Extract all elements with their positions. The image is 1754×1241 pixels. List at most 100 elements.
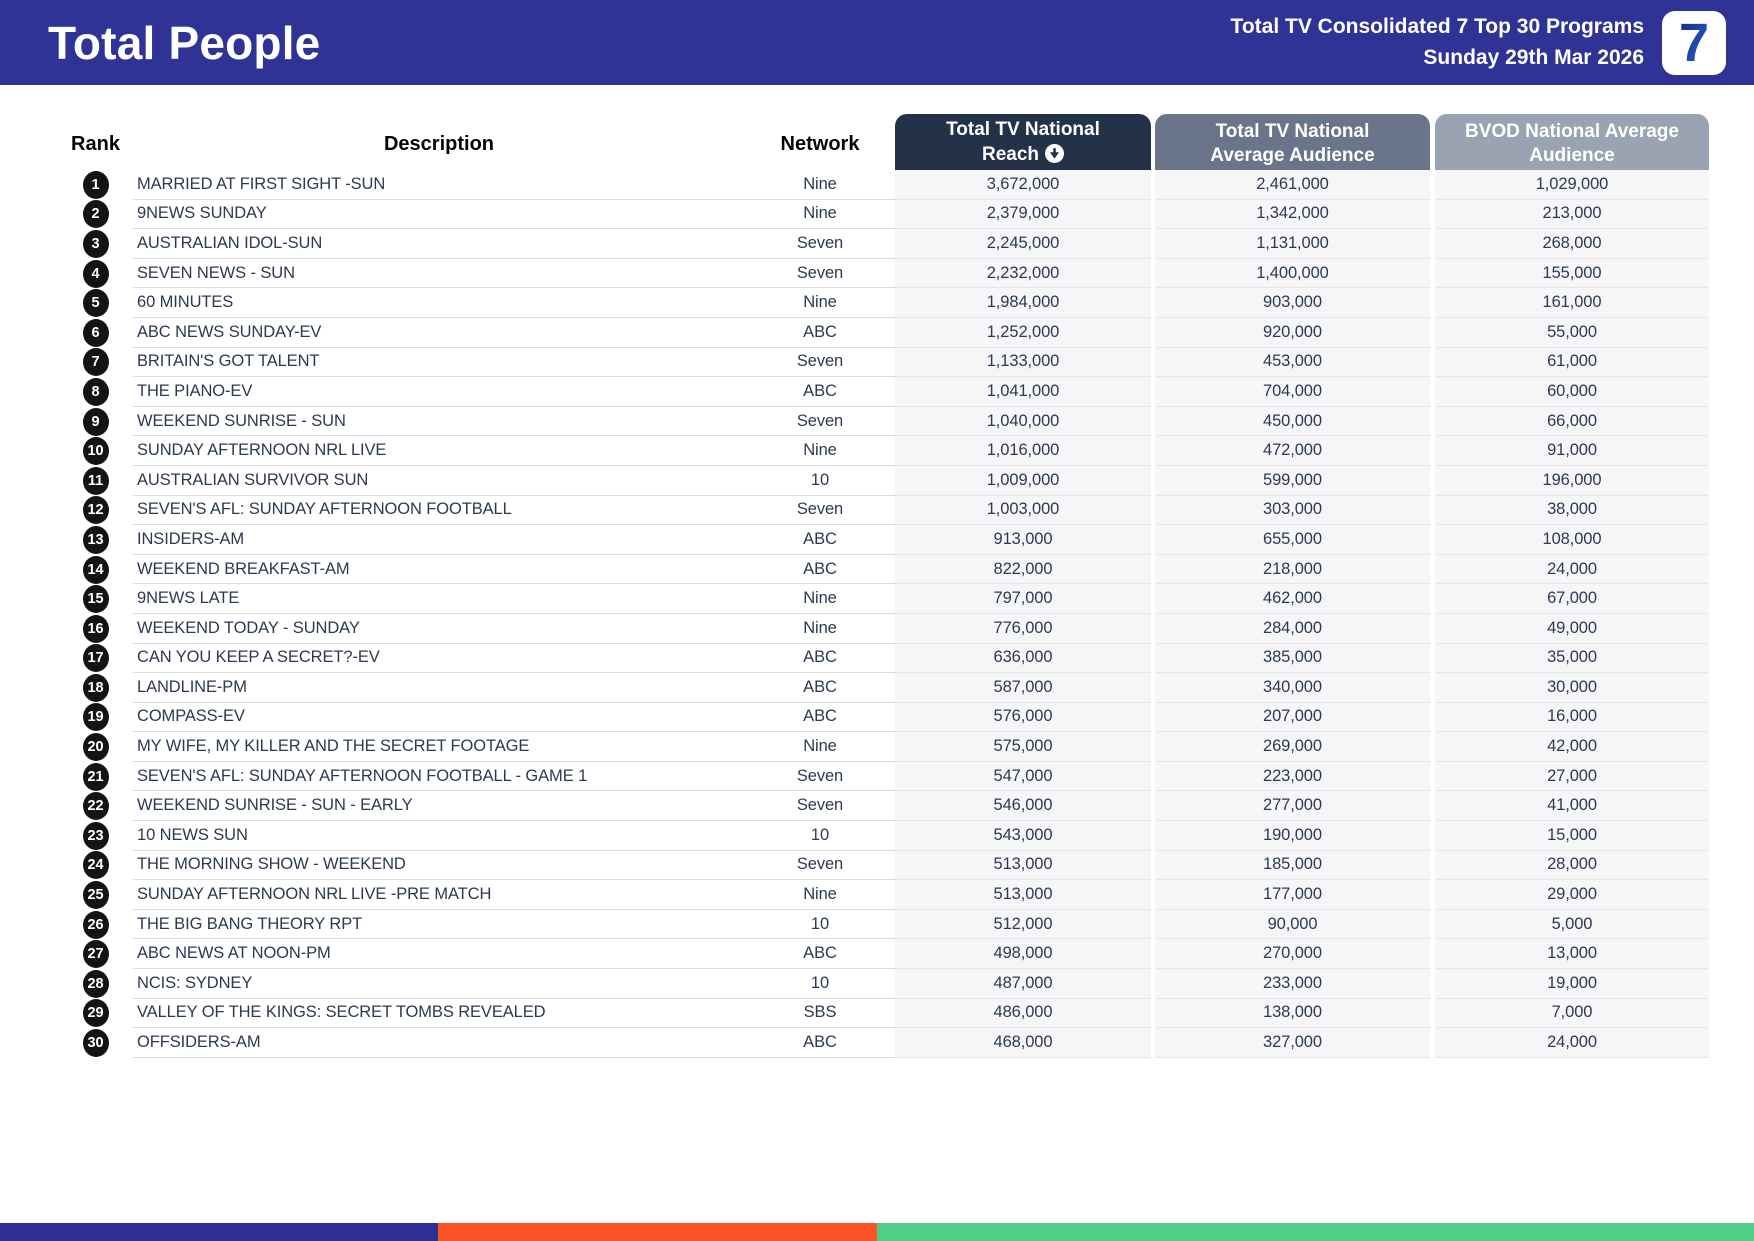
program-description: AUSTRALIAN IDOL-SUN xyxy=(133,229,745,259)
avg-audience-value: 218,000 xyxy=(1155,554,1430,585)
rank-cell: 10 xyxy=(58,436,133,466)
reach-value: 487,000 xyxy=(895,969,1151,999)
rank-badge: 26 xyxy=(82,910,109,939)
rank-badge: 19 xyxy=(82,703,109,732)
avg-audience-value: 340,000 xyxy=(1155,673,1430,703)
rank-badge: 24 xyxy=(82,851,109,880)
program-description: CAN YOU KEEP A SECRET?-EV xyxy=(133,644,745,674)
program-description: NCIS: SYDNEY xyxy=(133,969,745,999)
network: Seven xyxy=(745,762,895,792)
reach-value: 2,232,000 xyxy=(895,258,1151,289)
rank-cell: 30 xyxy=(58,1028,133,1058)
avg-audience-value: 269,000 xyxy=(1155,732,1430,762)
rank-badge: 11 xyxy=(82,466,109,495)
table-row: 6 ABC NEWS SUNDAY-EV ABC 1,252,000 920,000 55… xyxy=(58,317,1709,348)
avg-audience-value: 1,131,000 xyxy=(1155,229,1430,259)
rank-badge: 3 xyxy=(82,229,109,258)
rank-badge: 29 xyxy=(82,999,109,1028)
program-description: WEEKEND TODAY - SUNDAY xyxy=(133,614,745,644)
network: ABC xyxy=(745,318,895,348)
table-row: 5 60 MINUTES Nine 1,984,000 903,000 161,000 xyxy=(58,288,1709,318)
bvod-audience-value: 29,000 xyxy=(1435,880,1709,910)
program-description: WEEKEND BREAKFAST-AM xyxy=(133,555,745,585)
bvod-audience-value: 24,000 xyxy=(1435,554,1709,585)
program-description: THE BIG BANG THEORY RPT xyxy=(133,910,745,940)
rank-badge: 10 xyxy=(82,437,109,466)
footer-color-bar xyxy=(0,1223,1754,1241)
reach-value: 1,040,000 xyxy=(895,406,1151,437)
avg-audience-value: 185,000 xyxy=(1155,850,1430,881)
rank-cell: 3 xyxy=(58,229,133,259)
program-description: THE PIANO-EV xyxy=(133,377,745,407)
program-description: WEEKEND SUNRISE - SUN xyxy=(133,407,745,437)
network: Nine xyxy=(745,614,895,644)
bvod-audience-value: 268,000 xyxy=(1435,229,1709,259)
program-description: 9NEWS SUNDAY xyxy=(133,200,745,230)
rank-cell: 29 xyxy=(58,999,133,1029)
table-row: 20 MY WIFE, MY KILLER AND THE SECRET FOOT… xyxy=(58,732,1709,762)
program-description: MY WIFE, MY KILLER AND THE SECRET FOOTAG… xyxy=(133,732,745,762)
table-row: 27 ABC NEWS AT NOON-PM ABC 498,000 270,000 13… xyxy=(58,939,1709,970)
reach-value: 776,000 xyxy=(895,613,1151,644)
avg-audience-value: 270,000 xyxy=(1155,939,1430,970)
rank-badge: 15 xyxy=(82,585,109,614)
seven-network-logo: 7 xyxy=(1662,10,1726,75)
table-row: 17 CAN YOU KEEP A SECRET?-EV ABC 636,000 385… xyxy=(58,643,1709,674)
table-row: 12 SEVEN'S AFL: SUNDAY AFTERNOON FOOTBALL… xyxy=(58,495,1709,526)
bvod-audience-value: 61,000 xyxy=(1435,347,1709,378)
reach-value: 512,000 xyxy=(895,909,1151,940)
reach-value: 498,000 xyxy=(895,939,1151,970)
bvod-audience-value: 155,000 xyxy=(1435,258,1709,289)
rank-badge: 17 xyxy=(82,644,109,673)
bvod-audience-value: 60,000 xyxy=(1435,377,1709,407)
avg-audience-value: 1,342,000 xyxy=(1155,199,1430,230)
bvod-audience-value: 66,000 xyxy=(1435,406,1709,437)
program-description: SEVEN'S AFL: SUNDAY AFTERNOON FOOTBALL -… xyxy=(133,762,745,792)
reach-value: 1,009,000 xyxy=(895,465,1151,496)
program-description: BRITAIN'S GOT TALENT xyxy=(133,348,745,378)
column-header-bvod-avg-audience[interactable]: BVOD National Average Audience xyxy=(1435,114,1709,175)
rank-cell: 18 xyxy=(58,673,133,703)
bvod-audience-value: 27,000 xyxy=(1435,761,1709,792)
reach-value: 822,000 xyxy=(895,554,1151,585)
table-row: 10 SUNDAY AFTERNOON NRL LIVE Nine 1,016,000… xyxy=(58,436,1709,466)
column-header-total-tv-reach[interactable]: Total TV National Reach xyxy=(895,114,1151,175)
avg-audience-value: 903,000 xyxy=(1155,288,1430,318)
network: ABC xyxy=(745,644,895,674)
report-date: Sunday 29th Mar 2026 xyxy=(1423,45,1644,69)
bvod-audience-value: 108,000 xyxy=(1435,525,1709,555)
network: 10 xyxy=(745,821,895,851)
column-header-total-tv-avg-audience[interactable]: Total TV National Average Audience xyxy=(1155,114,1430,175)
report-subtitle: Total TV Consolidated 7 Top 30 Programs … xyxy=(1231,12,1644,73)
table-row: 13 INSIDERS-AM ABC 913,000 655,000 108,000 xyxy=(58,525,1709,555)
reach-value: 1,003,000 xyxy=(895,495,1151,526)
column-header-rank: Rank xyxy=(71,132,120,155)
network: Seven xyxy=(745,229,895,259)
bvod-audience-value: 213,000 xyxy=(1435,199,1709,230)
bvod-audience-value: 49,000 xyxy=(1435,613,1709,644)
reach-value: 3,672,000 xyxy=(895,170,1151,200)
avg-audience-value: 190,000 xyxy=(1155,821,1430,851)
footer-segment-green xyxy=(877,1223,1754,1241)
network: Nine xyxy=(745,200,895,230)
rank-badge: 7 xyxy=(82,348,109,377)
rank-cell: 11 xyxy=(58,466,133,496)
network: SBS xyxy=(745,999,895,1029)
rank-cell: 7 xyxy=(58,348,133,378)
table-row: 7 BRITAIN'S GOT TALENT Seven 1,133,000 453,0… xyxy=(58,347,1709,378)
reach-value: 513,000 xyxy=(895,850,1151,881)
bvod-audience-value: 7,000 xyxy=(1435,998,1709,1029)
rank-badge: 25 xyxy=(82,881,109,910)
avg-audience-value: 284,000 xyxy=(1155,613,1430,644)
bvod-audience-value: 41,000 xyxy=(1435,791,1709,822)
avg-audience-value: 599,000 xyxy=(1155,465,1430,496)
rank-cell: 25 xyxy=(58,880,133,910)
seven-7-icon: 7 xyxy=(1679,17,1709,69)
program-description: SUNDAY AFTERNOON NRL LIVE xyxy=(133,436,745,466)
bvod-audience-value: 42,000 xyxy=(1435,732,1709,762)
network: Nine xyxy=(745,170,895,200)
table-row: 3 AUSTRALIAN IDOL-SUN Seven 2,245,000 1,131,… xyxy=(58,229,1709,259)
table-row: 18 LANDLINE-PM ABC 587,000 340,000 30,000 xyxy=(58,673,1709,703)
program-description: 10 NEWS SUN xyxy=(133,821,745,851)
reach-value: 1,133,000 xyxy=(895,347,1151,378)
